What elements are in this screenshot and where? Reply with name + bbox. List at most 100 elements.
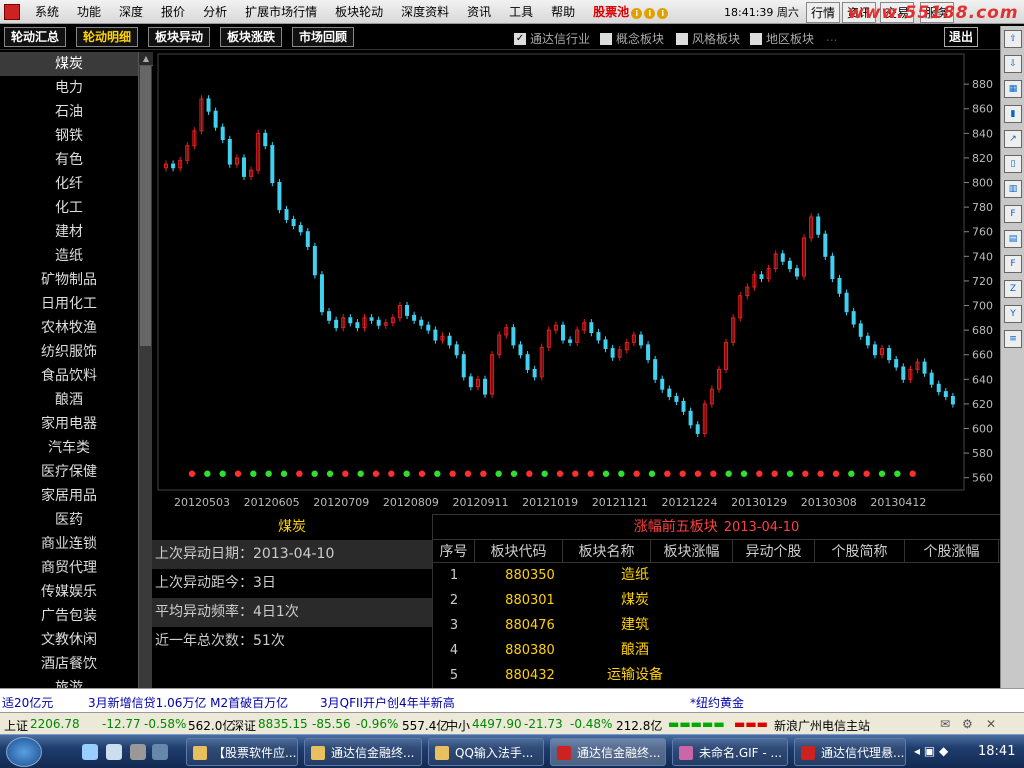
sector-item[interactable]: 矿物制品 xyxy=(0,268,138,292)
menu-item-tools[interactable]: 工具 xyxy=(500,3,542,20)
sector-list-scrollbar[interactable]: ▲ xyxy=(138,52,153,688)
kline-icon[interactable]: ▮ xyxy=(1004,105,1022,123)
quote-button[interactable]: 行情 xyxy=(806,2,841,23)
bar-icon[interactable]: ▥ xyxy=(1004,180,1022,198)
sector-item[interactable]: 文教休闲 xyxy=(0,628,138,652)
folder-icon xyxy=(311,746,325,760)
col-header[interactable]: 板块名称 xyxy=(563,540,651,562)
menu-item-ext-market[interactable]: 扩展市场行情 xyxy=(236,3,326,20)
sector-item[interactable]: 纺织服饰 xyxy=(0,340,138,364)
sector-item[interactable]: 商贸代理 xyxy=(0,556,138,580)
sector-item[interactable]: 有色 xyxy=(0,148,138,172)
yo-icon[interactable]: Y xyxy=(1004,305,1022,323)
tray-icons[interactable]: ◂ ▣ ◆ xyxy=(914,744,948,758)
taskbar-item[interactable]: 【股票软件应... xyxy=(186,738,298,766)
menu-item-sector-rotation[interactable]: 板块轮动 xyxy=(326,3,392,20)
menu-item-news[interactable]: 资讯 xyxy=(458,3,500,20)
sector-item[interactable]: 汽车类 xyxy=(0,436,138,460)
menu-item-help[interactable]: 帮助 xyxy=(542,3,584,20)
sector-item[interactable]: 日用化工 xyxy=(0,292,138,316)
taskbar-item[interactable]: QQ输入法手... xyxy=(428,738,544,766)
ticker-item[interactable]: 适20亿元 xyxy=(2,694,53,711)
tab-sector-anomaly[interactable]: 板块异动 xyxy=(148,27,211,47)
ie-icon[interactable] xyxy=(82,744,98,760)
menu-item-system[interactable]: 系统 xyxy=(26,3,68,20)
sector-item[interactable]: 造纸 xyxy=(0,244,138,268)
table-row[interactable]: 2 880301 煤炭 xyxy=(433,588,1000,613)
taskbar-item[interactable]: 通达信代理悬... xyxy=(794,738,906,766)
tab-market-review[interactable]: 市场回顾 xyxy=(292,27,355,47)
grid-icon[interactable]: ▦ xyxy=(1004,80,1022,98)
sector-item[interactable]: 旅游 xyxy=(0,676,138,688)
tab-rotation-detail[interactable]: 轮动明细 xyxy=(76,27,139,47)
tab-sector-change[interactable]: 板块涨跌 xyxy=(220,27,283,47)
sector-item[interactable]: 酿酒 xyxy=(0,388,138,412)
menu-item-quote[interactable]: 报价 xyxy=(152,3,194,20)
settings-icon[interactable]: ⚙ xyxy=(962,717,973,731)
menu-item-depth[interactable]: 深度 xyxy=(110,3,152,20)
up-arrow-icon[interactable]: ⇧ xyxy=(1004,30,1022,48)
filter-concept[interactable]: 概念板块 xyxy=(600,30,664,47)
sector-item[interactable]: 医药 xyxy=(0,508,138,532)
sector-item[interactable]: 商业连锁 xyxy=(0,532,138,556)
tray-clock[interactable]: 18:41 xyxy=(978,744,1015,759)
col-header[interactable]: 异动个股 xyxy=(733,540,815,562)
filter-region[interactable]: 地区板块 xyxy=(750,30,814,47)
col-header[interactable]: 板块代码 xyxy=(475,540,563,562)
ticker-item[interactable]: 3月QFII开户创4年半新高 xyxy=(320,694,455,711)
sector-item[interactable]: 钢铁 xyxy=(0,124,138,148)
exit-button[interactable]: 退出 xyxy=(944,27,978,47)
calc-icon[interactable]: ▤ xyxy=(1004,230,1022,248)
ticker-item[interactable]: *纽约黄金 xyxy=(690,694,744,711)
switch-windows-icon[interactable] xyxy=(130,744,146,760)
mail-icon[interactable]: ✉ xyxy=(940,717,950,731)
taskbar-item[interactable]: 通达信金融终... xyxy=(550,738,666,766)
close-icon[interactable]: ✕ xyxy=(986,717,996,731)
sector-item[interactable]: 农林牧渔 xyxy=(0,316,138,340)
col-header[interactable]: 个股涨幅 xyxy=(905,540,999,562)
table-row[interactable]: 4 880380 酿酒 xyxy=(433,638,1000,663)
tab-rotation-summary[interactable]: 轮动汇总 xyxy=(4,27,67,47)
sector-item[interactable]: 化工 xyxy=(0,196,138,220)
explorer-icon[interactable] xyxy=(106,744,122,760)
sector-item[interactable]: 电力 xyxy=(0,76,138,100)
sector-item[interactable]: 传媒娱乐 xyxy=(0,580,138,604)
col-header[interactable]: 板块涨幅 xyxy=(651,540,733,562)
stock-pool-button[interactable]: 股票池 i i i xyxy=(584,3,677,20)
candle-icon[interactable]: ▯ xyxy=(1004,155,1022,173)
menu-icon[interactable]: ≡ xyxy=(1004,330,1022,348)
menu-item-depth-data[interactable]: 深度资料 xyxy=(392,3,458,20)
table-row[interactable]: 1 880350 造纸 xyxy=(433,563,1000,588)
fiz-icon[interactable]: Z xyxy=(1004,280,1022,298)
filter-style[interactable]: 风格板块 xyxy=(676,30,740,47)
scroll-up-icon[interactable]: ▲ xyxy=(139,52,153,66)
ticker-item[interactable]: 3月新增信贷1.06万亿 M2首破百万亿 xyxy=(88,694,288,711)
sector-item[interactable]: 酒店餐饮 xyxy=(0,652,138,676)
sector-item[interactable]: 建材 xyxy=(0,220,138,244)
f10-icon[interactable]: F xyxy=(1004,205,1022,223)
filter-tdx-industry[interactable]: ✓ 通达信行业 xyxy=(514,30,590,47)
sector-item[interactable]: 石油 xyxy=(0,100,138,124)
table-row[interactable]: 3 880476 建筑 xyxy=(433,613,1000,638)
menu-item-function[interactable]: 功能 xyxy=(68,3,110,20)
down-arrow-icon[interactable]: ⇩ xyxy=(1004,55,1022,73)
start-button[interactable] xyxy=(6,737,42,767)
desktop-icon[interactable] xyxy=(152,744,168,760)
server-label[interactable]: 新浪广州电信主站 xyxy=(774,717,870,734)
menu-item-analysis[interactable]: 分析 xyxy=(194,3,236,20)
fin-icon[interactable]: F xyxy=(1004,255,1022,273)
sector-item[interactable]: 家居用品 xyxy=(0,484,138,508)
taskbar-item[interactable]: 通达信金融终... xyxy=(304,738,422,766)
taskbar-item[interactable]: 未命名.GIF - ... xyxy=(672,738,788,766)
col-header[interactable]: 序号 xyxy=(433,540,475,562)
sector-item[interactable]: 化纤 xyxy=(0,172,138,196)
sector-item[interactable]: 医疗保健 xyxy=(0,460,138,484)
sector-item[interactable]: 家用电器 xyxy=(0,412,138,436)
trend-icon[interactable]: ↗ xyxy=(1004,130,1022,148)
sector-item[interactable]: 广告包装 xyxy=(0,604,138,628)
col-header[interactable]: 个股简称 xyxy=(815,540,905,562)
sector-item[interactable]: 食品饮料 xyxy=(0,364,138,388)
sector-item[interactable]: 煤炭 xyxy=(0,52,138,76)
table-row[interactable]: 5 880432 运输设备 xyxy=(433,663,1000,688)
scrollbar-thumb[interactable] xyxy=(140,66,151,346)
